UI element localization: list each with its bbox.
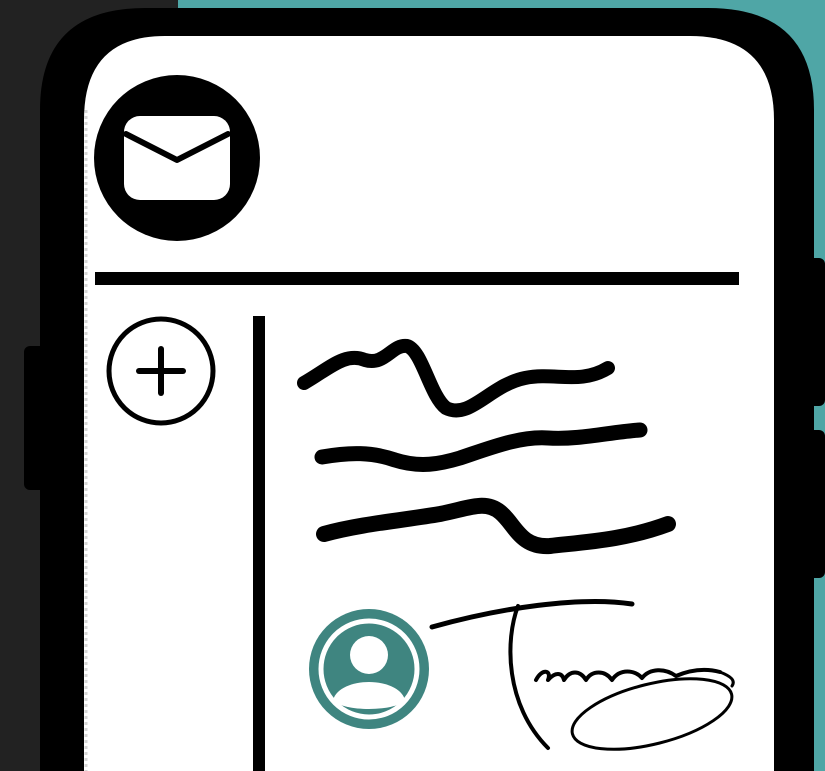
illustration-canvas [0, 0, 825, 771]
compose-button[interactable] [106, 316, 216, 426]
envelope-icon [123, 116, 231, 200]
mail-app-illustration [0, 0, 825, 771]
user-avatar-icon [309, 609, 429, 729]
sidebar-divider [253, 316, 265, 771]
header-divider [95, 272, 739, 285]
mail-app-icon[interactable] [94, 75, 260, 241]
